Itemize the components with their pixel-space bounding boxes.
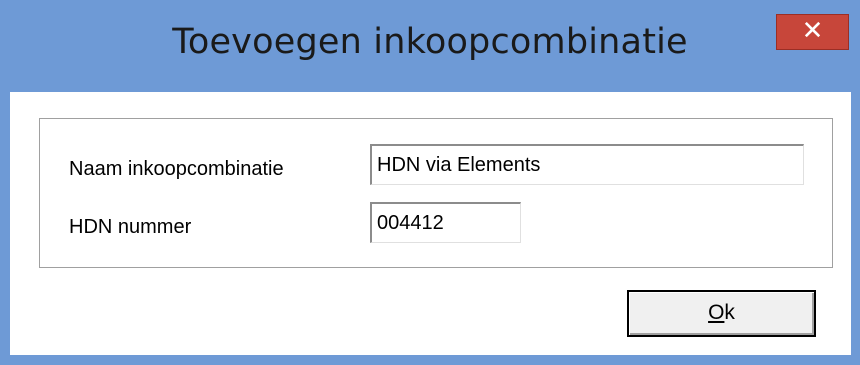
ok-button[interactable]: Ok [627, 290, 816, 337]
dialog-window: Toevoegen inkoopcombinatie ✕ Naam inkoop… [0, 0, 860, 365]
ok-mnemonic: O [708, 301, 725, 324]
hdn-nummer-label: HDN nummer [69, 216, 192, 238]
naam-inkoopcombinatie-field[interactable] [370, 144, 804, 185]
close-icon: ✕ [801, 16, 824, 46]
hdn-nummer-field[interactable] [370, 202, 521, 243]
close-button[interactable]: ✕ [776, 14, 849, 50]
form-group [39, 118, 833, 268]
naam-inkoopcombinatie-label: Naam inkoopcombinatie [69, 158, 284, 180]
dialog-title: Toevoegen inkoopcombinatie [172, 22, 688, 62]
title-bar[interactable]: Toevoegen inkoopcombinatie ✕ [0, 0, 860, 92]
ok-label-rest: k [724, 301, 735, 324]
dialog-body: Naam inkoopcombinatie HDN nummer Ok [10, 92, 851, 355]
